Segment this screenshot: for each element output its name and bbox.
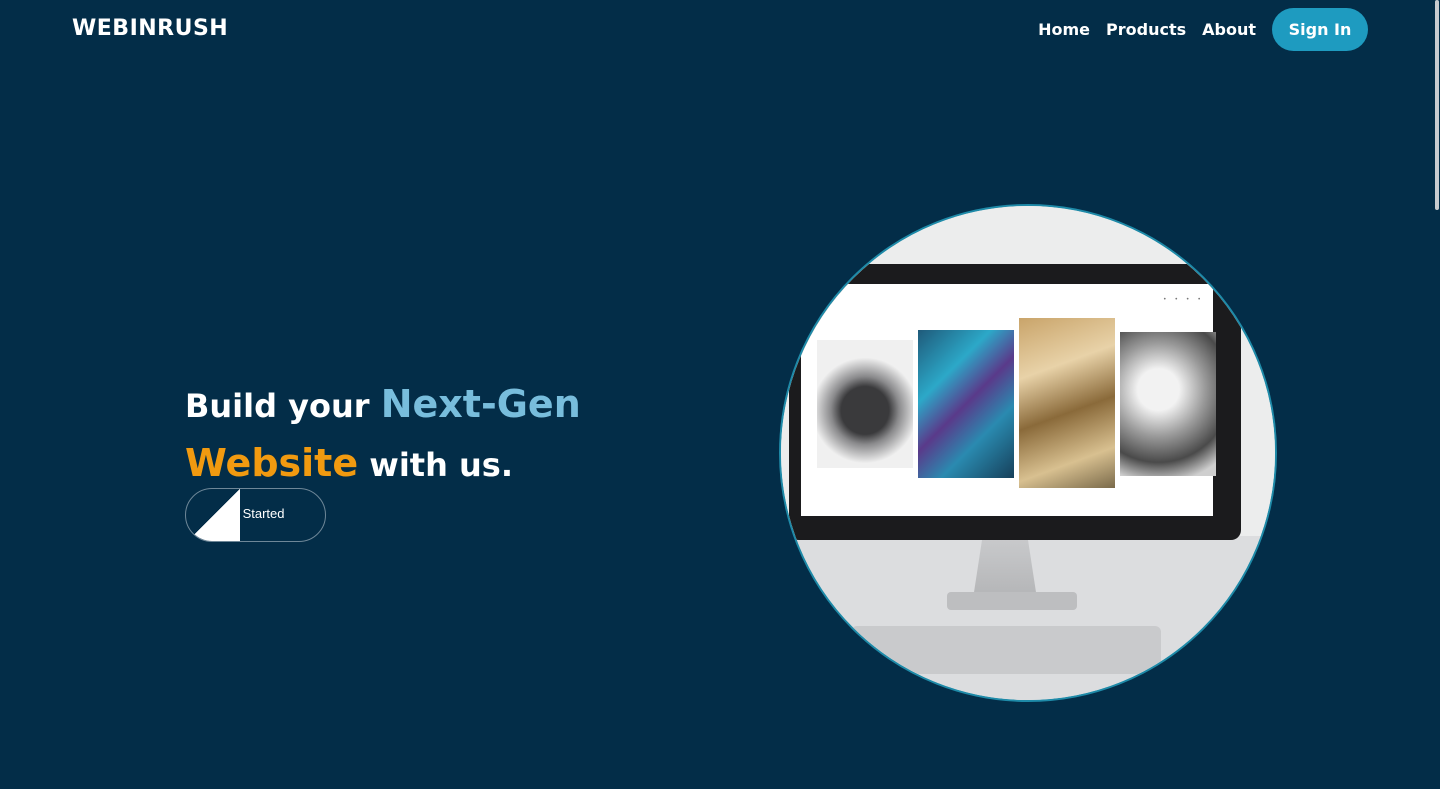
hero-line-1: Build your Next-Gen (185, 376, 605, 435)
hero-text-with-us: with us. (358, 446, 513, 484)
screen-share-icons: • • • • (1163, 296, 1204, 303)
get-started-button[interactable]: Get Started (185, 488, 326, 542)
sign-in-button[interactable]: Sign In (1272, 8, 1368, 51)
brand-logo[interactable]: WEBINRUSH (72, 16, 228, 41)
image-artwork-blue (918, 330, 1014, 478)
scrollbar-thumb[interactable] (1435, 0, 1439, 210)
image-artwork-grey (1120, 332, 1216, 476)
nav-link-products[interactable]: Products (1106, 20, 1186, 39)
image-monitor-base (947, 592, 1077, 610)
hero-monitor-image: • • • • (779, 204, 1277, 702)
image-artwork-desert (1019, 318, 1115, 488)
hero-line-2: Website with us. (185, 435, 605, 494)
nav-link-about[interactable]: About (1202, 20, 1256, 39)
hero-heading: Build your Next-Gen Website with us. (185, 376, 605, 494)
hero-text-build-your: Build your (185, 387, 381, 425)
navbar: WEBINRUSH Home Products About Sign In (0, 0, 1440, 60)
hero-highlight-website: Website (185, 441, 359, 485)
nav-links: Home Products About Sign In (1038, 8, 1368, 51)
page-scrollbar[interactable] (1433, 0, 1440, 789)
get-started-label: Get Started (218, 506, 285, 521)
image-keyboard (851, 626, 1161, 674)
hero-highlight-next-gen: Next-Gen (380, 382, 581, 426)
image-artwork-mineral (817, 340, 913, 468)
nav-link-home[interactable]: Home (1038, 20, 1090, 39)
